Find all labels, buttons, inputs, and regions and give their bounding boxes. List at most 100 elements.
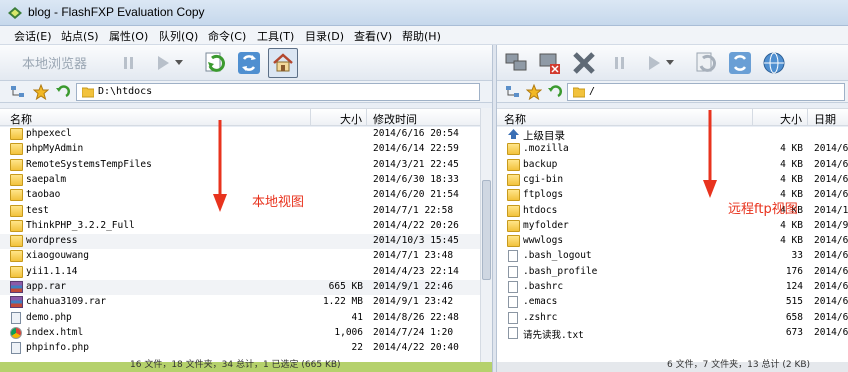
disconnect-button[interactable] — [535, 48, 565, 78]
remote-path-input[interactable] — [567, 83, 845, 101]
list-item[interactable]: 上级目录 — [497, 127, 848, 142]
column-modified[interactable]: 修改时间 — [373, 111, 417, 127]
menu-sites[interactable]: 站点(S) — [59, 28, 101, 44]
list-item[interactable]: wordpress 2014/10/3 15:45 — [0, 234, 480, 250]
list-item[interactable]: phpexecl 2014/6/16 20:54 — [0, 127, 480, 142]
remote-toolbar — [497, 45, 848, 81]
back-arrow-icon[interactable] — [546, 84, 562, 100]
list-item[interactable]: phpinfo.php 22 2014/4/22 20:40 — [0, 341, 480, 356]
list-item[interactable]: .bash_logout 33 2014/6 — [497, 249, 848, 264]
file-date: 2014/6 — [814, 265, 848, 277]
folder-icon — [507, 173, 520, 186]
file-date: 2014/10 — [814, 204, 848, 216]
remote-refresh-button[interactable] — [725, 48, 755, 78]
folder-icon — [507, 235, 520, 248]
remote-transfer-dropdown[interactable] — [663, 48, 677, 78]
globe-button[interactable] — [759, 48, 789, 78]
favorites-star-icon[interactable] — [33, 84, 49, 100]
refresh-icon — [729, 52, 751, 74]
file-size: 1,006 — [334, 326, 363, 338]
remote-refresh-transfer-button[interactable] — [691, 48, 721, 78]
list-item[interactable]: wwwlogs 4 KB 2014/6 — [497, 234, 848, 249]
file-date: 2014/4/23 22:14 — [373, 265, 459, 277]
folder-icon — [507, 143, 520, 156]
list-item[interactable]: app.rar 665 KB 2014/9/1 22:46 — [0, 280, 480, 295]
connect-button[interactable] — [501, 48, 531, 78]
list-item[interactable]: phpMyAdmin 2014/6/14 22:59 — [0, 142, 480, 157]
chevron-down-icon — [175, 60, 183, 65]
file-size: 658 — [785, 311, 803, 323]
list-item[interactable]: RemoteSystemsTempFiles 2014/3/21 22:45 — [0, 158, 480, 173]
file-size: 4 KB — [780, 219, 803, 231]
column-size[interactable]: 大小 — [340, 111, 362, 127]
list-item[interactable]: ThinkPHP_3.2.2_Full 2014/4/22 20:26 — [0, 219, 480, 234]
chrome-icon — [10, 326, 22, 339]
remote-pause-button[interactable] — [605, 48, 635, 78]
file-size: 673 — [785, 326, 803, 338]
favorites-star-icon[interactable] — [526, 84, 542, 100]
column-size[interactable]: 大小 — [780, 111, 802, 127]
file-name: saepalm — [26, 173, 67, 185]
list-item[interactable]: yii1.1.14 2014/4/23 22:14 — [0, 265, 480, 280]
home-button[interactable] — [268, 48, 298, 78]
folder-icon — [507, 219, 520, 232]
list-item[interactable]: .mozilla 4 KB 2014/6 — [497, 142, 848, 157]
file-name: backup — [523, 158, 558, 170]
local-toolbar: 本地浏览器 — [0, 45, 492, 81]
file-name: htdocs — [523, 204, 558, 216]
list-item[interactable]: cgi-bin 4 KB 2014/6 — [497, 173, 848, 188]
menu-commands[interactable]: 命令(C) — [206, 28, 248, 44]
file-name: 请先读我.txt — [523, 329, 584, 341]
list-item[interactable]: index.html 1,006 2014/7/24 1:20 — [0, 326, 480, 341]
list-item[interactable]: .zshrc 658 2014/6 — [497, 311, 848, 326]
transfer-dropdown[interactable] — [172, 48, 186, 78]
tree-icon[interactable] — [505, 84, 521, 100]
menu-properties[interactable]: 属性(O) — [107, 28, 150, 44]
local-file-list[interactable]: phpexecl 2014/6/16 20:54 phpMyAdmin 2014/6/… — [0, 127, 480, 362]
menu-directory[interactable]: 目录(D) — [303, 28, 346, 44]
file-name: ThinkPHP_3.2.2_Full — [26, 219, 135, 231]
abort-button[interactable] — [569, 48, 599, 78]
list-item[interactable]: chahua3109.rar 1.22 MB 2014/9/1 23:42 — [0, 295, 480, 310]
refresh-button[interactable] — [234, 48, 264, 78]
file-icon — [11, 342, 21, 355]
list-item[interactable]: .bash_profile 176 2014/6 — [497, 265, 848, 280]
file-date: 2014/10/3 15:45 — [373, 235, 459, 247]
list-item[interactable]: backup 4 KB 2014/6 — [497, 158, 848, 173]
list-item[interactable]: test 2014/7/1 22:58 — [0, 204, 480, 219]
folder-icon — [10, 204, 23, 217]
list-item[interactable]: saepalm 2014/6/30 18:33 — [0, 173, 480, 188]
file-name: chahua3109.rar — [26, 296, 107, 308]
file-date: 2014/6 — [814, 250, 848, 262]
file-size: 4 KB — [780, 235, 803, 247]
local-scrollbar-thumb[interactable] — [482, 180, 491, 280]
column-name[interactable]: 名称 — [504, 111, 526, 127]
file-name: .bashrc — [523, 281, 564, 292]
pause-button[interactable] — [114, 48, 144, 78]
menu-queue[interactable]: 队列(Q) — [157, 28, 200, 44]
tree-icon[interactable] — [10, 84, 26, 100]
refresh-transfer-button[interactable] — [200, 48, 230, 78]
pause-icon — [124, 57, 133, 69]
list-item[interactable]: .emacs 515 2014/6 — [497, 295, 848, 310]
list-item[interactable]: 请先读我.txt 673 2014/6 — [497, 326, 848, 341]
folder-icon — [507, 158, 520, 171]
column-date[interactable]: 日期 — [814, 111, 836, 127]
folder-icon — [10, 219, 23, 232]
menu-session[interactable]: 会话(E) — [12, 28, 54, 44]
menu-view[interactable]: 查看(V) — [352, 28, 394, 44]
file-icon — [508, 281, 518, 293]
list-item[interactable]: .bashrc 124 2014/6 — [497, 280, 848, 295]
back-arrow-icon[interactable] — [54, 84, 70, 100]
file-name: test — [26, 204, 49, 216]
list-item[interactable]: taobao 2014/6/20 21:54 — [0, 188, 480, 203]
column-name[interactable]: 名称 — [10, 111, 32, 127]
menu-help[interactable]: 帮助(H) — [400, 28, 443, 44]
menu-tools[interactable]: 工具(T) — [255, 28, 296, 44]
file-date: 2014/7/1 23:48 — [373, 250, 454, 262]
list-item[interactable]: xiaogouwang 2014/7/1 23:48 — [0, 249, 480, 264]
list-item[interactable]: myfolder 4 KB 2014/9 — [497, 219, 848, 234]
list-item[interactable]: demo.php 41 2014/8/26 22:48 — [0, 311, 480, 326]
remote-file-list[interactable]: 上级目录 .mozilla 4 KB 2014/6 backup 4 KB 2014/6 cg… — [497, 127, 848, 362]
green-refresh-icon — [205, 52, 225, 72]
